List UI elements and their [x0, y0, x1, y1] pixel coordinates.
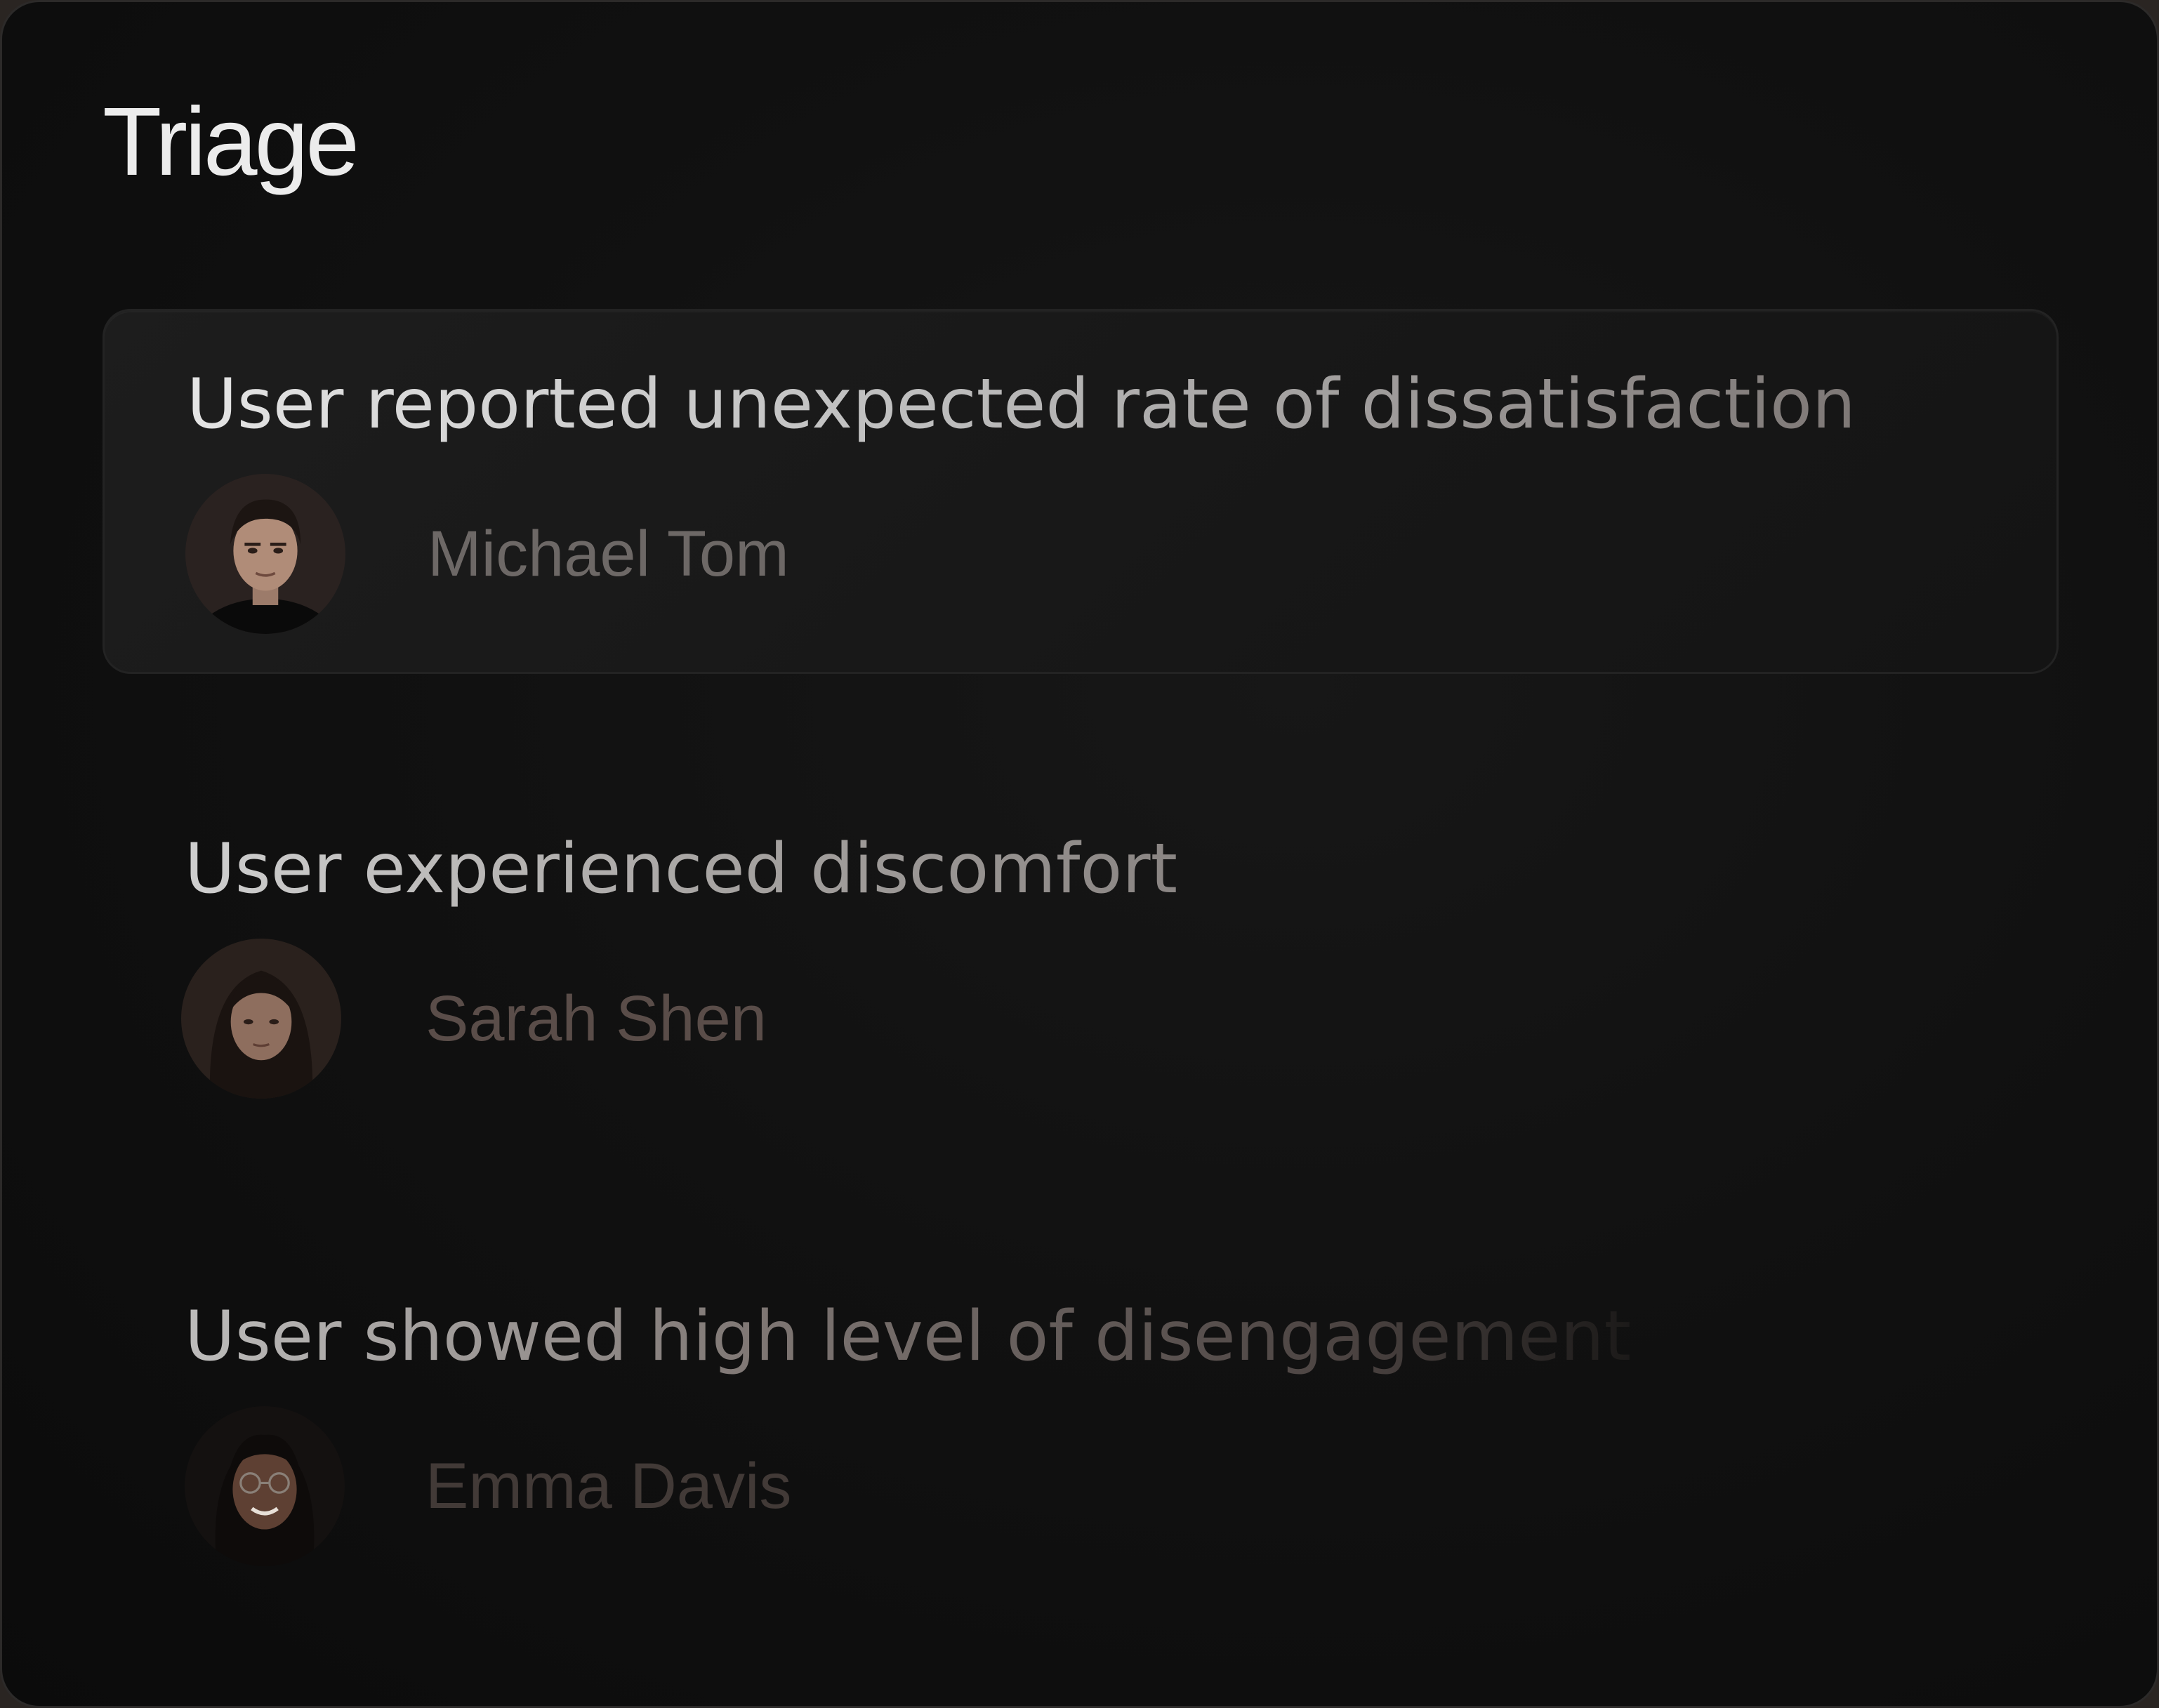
assignee-name: Emma Davis — [425, 1450, 792, 1522]
issue-title: User reported unexpected rate of dissati… — [187, 364, 1856, 444]
page-title: Triage — [103, 88, 359, 196]
issue-title: User experienced discomfort — [185, 829, 1178, 909]
assignee-name: Michael Tom — [428, 518, 789, 590]
triage-item-1[interactable]: User experienced discomfort Sarah Shen — [103, 776, 2059, 1141]
triage-item-2[interactable]: User showed high level of disengagement … — [103, 1243, 2059, 1608]
issue-title: User showed high level of disengagement — [185, 1297, 1632, 1377]
avatar — [185, 1406, 345, 1566]
avatar — [181, 939, 341, 1099]
assignee-name: Sarah Shen — [425, 983, 767, 1054]
avatar — [185, 474, 345, 634]
triage-item-0[interactable]: User reported unexpected rate of dissati… — [103, 309, 2059, 674]
triage-panel: Triage User reported unexpected rate of … — [0, 0, 2159, 1708]
